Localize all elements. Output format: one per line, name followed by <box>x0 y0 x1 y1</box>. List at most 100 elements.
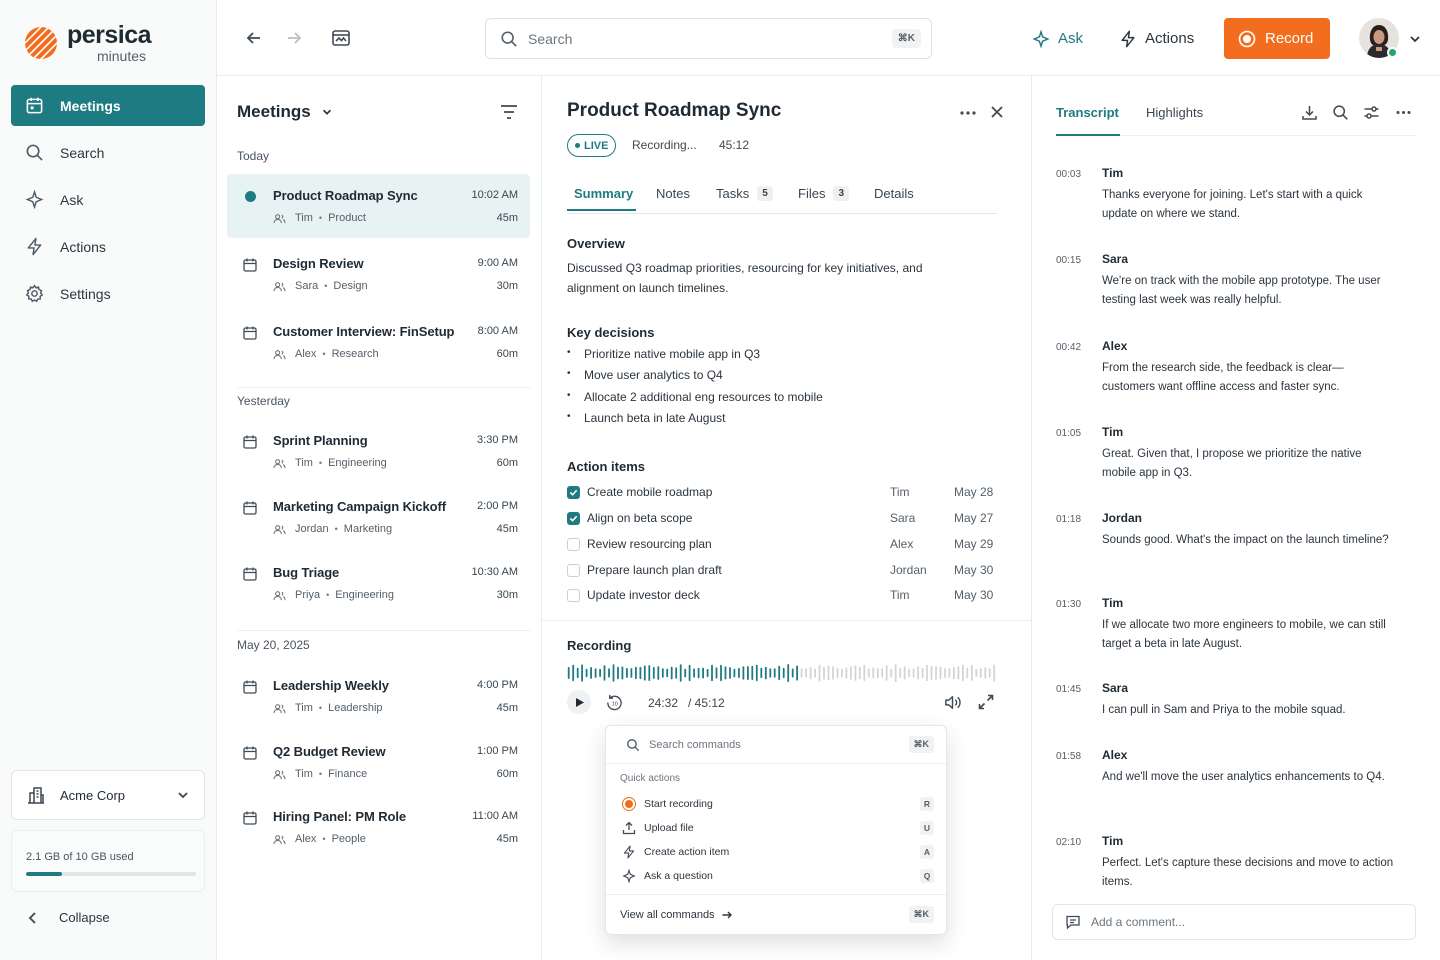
audio-waveform[interactable] <box>567 662 997 684</box>
waveform-bar <box>706 668 709 678</box>
waveform-bar <box>966 667 969 679</box>
entry-timestamp[interactable]: 00:15 <box>1056 255 1081 266</box>
view-all-commands-link[interactable]: View all commands ⌘K <box>606 894 946 934</box>
actions-button[interactable]: Actions <box>1119 18 1194 59</box>
play-button[interactable] <box>567 690 591 714</box>
entry-speaker: Tim <box>1102 425 1124 439</box>
waveform-bar <box>630 668 633 678</box>
command-start-recording[interactable]: Start recording R <box>614 793 938 815</box>
waveform-bar <box>567 667 570 679</box>
forward-arrow-icon[interactable] <box>284 28 304 48</box>
chevron-down-icon[interactable] <box>1408 32 1422 46</box>
entry-timestamp[interactable]: 01:58 <box>1056 751 1081 762</box>
media-library-icon[interactable] <box>331 28 351 48</box>
more-horizontal-icon[interactable] <box>1395 104 1412 121</box>
expand-icon[interactable] <box>978 694 994 710</box>
meeting-item[interactable]: Bug Triage Priya • Engineering 10:30 AM … <box>227 551 530 615</box>
waveform-bar <box>643 665 646 681</box>
meeting-duration: 60m <box>496 457 518 469</box>
meeting-item[interactable]: Design Review Sara • Design 9:00 AM 30m <box>227 242 530 306</box>
sidebar-item-settings[interactable]: Settings <box>11 273 205 314</box>
entry-timestamp[interactable]: 00:03 <box>1056 169 1081 180</box>
calendar-icon <box>243 326 257 340</box>
back-arrow-icon[interactable] <box>244 28 264 48</box>
collapse-label: Collapse <box>59 910 110 925</box>
ask-button[interactable]: Ask <box>1032 18 1083 59</box>
waveform-bar <box>939 666 942 680</box>
meeting-item[interactable]: Leadership Weekly Tim • Leadership 4:00 … <box>227 664 530 728</box>
meeting-time: 9:00 AM <box>477 257 518 269</box>
meeting-duration: 30m <box>496 280 518 292</box>
tab-summary[interactable]: Summary <box>574 186 633 201</box>
action-item-owner: Tim <box>890 485 910 499</box>
filter-icon[interactable] <box>499 103 519 121</box>
entry-timestamp[interactable]: 00:42 <box>1056 342 1081 353</box>
entry-timestamp[interactable]: 02:10 <box>1056 837 1081 848</box>
group-label-date: May 20, 2025 <box>237 638 310 652</box>
comment-box[interactable] <box>1052 904 1416 940</box>
rewind-10-icon[interactable]: 10 <box>605 693 624 712</box>
meeting-item[interactable]: Marketing Campaign Kickoff Jordan • Mark… <box>227 485 530 549</box>
files-count-badge: 3 <box>833 186 850 201</box>
view-all-shortcut: ⌘K <box>908 906 934 923</box>
sidebar-item-meetings[interactable]: Meetings <box>11 85 205 126</box>
sidebar-item-search[interactable]: Search <box>11 132 205 173</box>
search-input[interactable] <box>528 30 882 47</box>
meeting-owner: Jordan <box>295 523 329 535</box>
meeting-duration: 30m <box>496 589 518 601</box>
waveform-bar <box>836 667 839 679</box>
meeting-item[interactable]: Product Roadmap Sync Tim • Product 10:02… <box>227 174 530 238</box>
action-item-checkbox[interactable] <box>567 588 580 602</box>
tasks-count-badge: 5 <box>757 186 773 201</box>
tab-tasks[interactable]: Tasks 5 <box>716 186 773 201</box>
entry-timestamp[interactable]: 01:05 <box>1056 428 1081 439</box>
tab-notes[interactable]: Notes <box>656 186 690 201</box>
collapse-button[interactable]: Collapse <box>27 910 110 925</box>
action-item-checkbox[interactable] <box>567 563 580 577</box>
waveform-bar <box>657 666 660 680</box>
meeting-item[interactable]: Q2 Budget Review Tim • Finance 1:00 PM 6… <box>227 730 530 794</box>
action-item-checkbox[interactable] <box>567 485 580 499</box>
meetings-dropdown[interactable]: Meetings <box>237 102 333 122</box>
meeting-item[interactable]: Customer Interview: FinSetup Alex • Rese… <box>227 310 530 374</box>
org-switcher[interactable]: Acme Corp <box>11 770 205 820</box>
action-item-owner: Tim <box>890 588 910 602</box>
close-icon[interactable] <box>990 105 1004 119</box>
tab-highlights[interactable]: Highlights <box>1146 105 1203 120</box>
sidebar-item-label: Actions <box>60 238 106 255</box>
command-search-input[interactable] <box>649 738 900 751</box>
meeting-time: 2:00 PM <box>477 500 518 512</box>
meeting-owner: Tim <box>295 457 313 469</box>
action-item-checkbox[interactable] <box>567 511 580 525</box>
sliders-icon[interactable] <box>1363 104 1380 121</box>
command-search[interactable]: ⌘K <box>606 726 946 764</box>
tab-transcript[interactable]: Transcript <box>1056 105 1119 120</box>
search-icon[interactable] <box>1332 104 1349 121</box>
calendar-icon <box>243 811 257 825</box>
sidebar-item-actions[interactable]: Actions <box>11 226 205 267</box>
global-search[interactable]: ⌘K <box>485 18 932 59</box>
command-upload-file[interactable]: Upload file U <box>614 817 938 839</box>
waveform-bar <box>894 664 897 682</box>
record-button[interactable]: Record <box>1224 18 1330 59</box>
live-dot <box>575 143 580 148</box>
meeting-team: Engineering <box>335 589 394 601</box>
action-item-checkbox[interactable] <box>567 537 580 551</box>
meeting-item[interactable]: Hiring Panel: PM Role Alex • People 11:0… <box>227 795 530 859</box>
overview-heading: Overview <box>567 236 625 251</box>
entry-timestamp[interactable]: 01:30 <box>1056 599 1081 610</box>
command-ask-question[interactable]: Ask a question Q <box>614 865 938 887</box>
download-icon[interactable] <box>1301 104 1318 121</box>
comment-input[interactable] <box>1091 915 1403 929</box>
tab-details[interactable]: Details <box>874 186 914 201</box>
meeting-item[interactable]: Sprint Planning Tim • Engineering 3:30 P… <box>227 419 530 483</box>
volume-icon[interactable] <box>943 693 962 712</box>
sidebar-item-ask[interactable]: Ask <box>11 179 205 220</box>
tab-files[interactable]: Files 3 <box>798 186 850 201</box>
more-horizontal-icon[interactable] <box>959 106 977 120</box>
command-create-action-item[interactable]: Create action item A <box>614 841 938 863</box>
command-label: Create action item <box>644 846 730 858</box>
entry-timestamp[interactable]: 01:45 <box>1056 684 1081 695</box>
meta-separator: • <box>326 590 330 600</box>
entry-timestamp[interactable]: 01:18 <box>1056 514 1081 525</box>
